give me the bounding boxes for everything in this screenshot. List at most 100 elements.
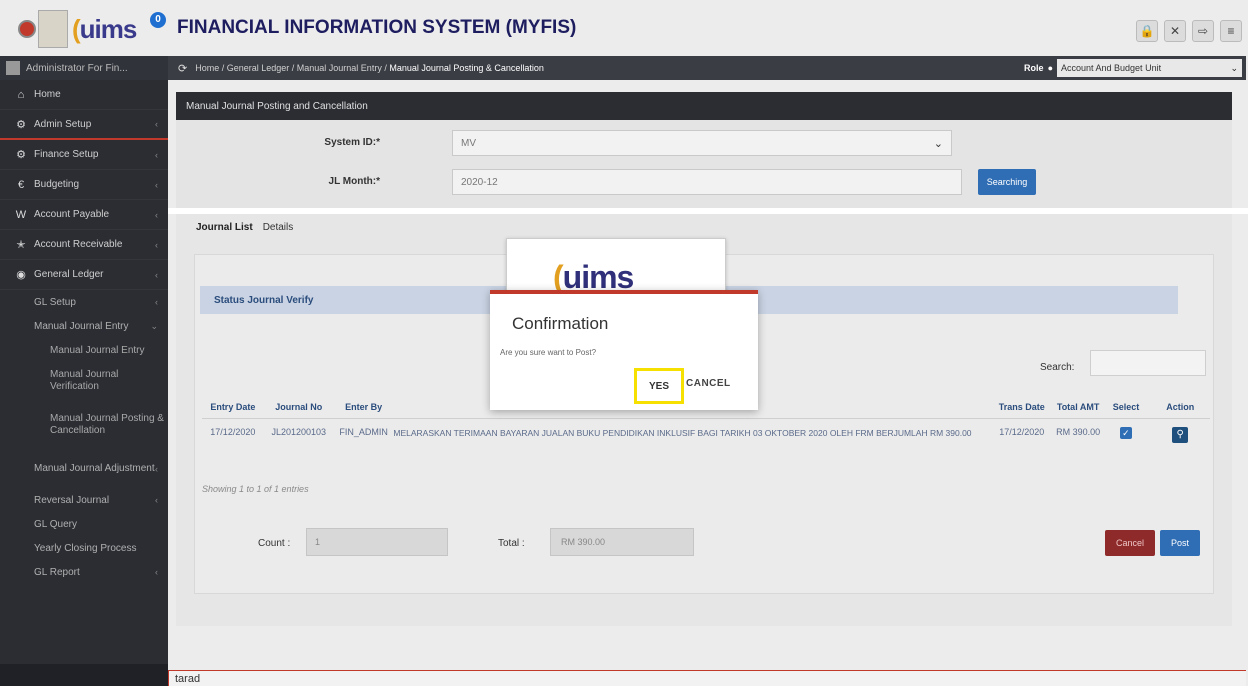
- sidebar-item-account-receivable[interactable]: ✭ Account Receivable ‹: [0, 230, 168, 260]
- count-value: 1: [315, 537, 321, 547]
- chevron-icon: ‹: [155, 209, 158, 220]
- euro-icon: €: [17, 178, 25, 191]
- menu-toggle-icon[interactable]: [18, 20, 36, 38]
- uims-logo: (uims: [72, 14, 137, 44]
- chevron-icon: ‹: [155, 179, 158, 190]
- footer-strip: tarad: [168, 670, 1246, 686]
- role-select[interactable]: Account And Budget Unit ⌄: [1057, 59, 1242, 77]
- role-select-value: Account And Budget Unit: [1061, 63, 1162, 73]
- col-total-amt[interactable]: Total AMT: [1054, 384, 1102, 419]
- dialog-logo-card: (uims: [506, 238, 726, 298]
- sidebar-sub-gl-query[interactable]: GL Query: [0, 512, 168, 536]
- sidebar-sub-label: Manual Journal Verification: [50, 369, 119, 392]
- cell-enter-by: FIN_ADMIN: [339, 426, 388, 437]
- gear-icon: ⚙: [16, 149, 26, 161]
- top-header: (uims 0 FINANCIAL INFORMATION SYSTEM (MY…: [0, 0, 1248, 56]
- col-journal-no[interactable]: Journal No: [263, 384, 334, 419]
- sidebar-sub-label: GL Setup: [34, 296, 76, 308]
- chevron-icon: ‹: [155, 567, 158, 577]
- chevron-icon: ‹: [155, 495, 158, 505]
- total-label: Total :: [498, 538, 525, 549]
- jl-month-input[interactable]: 2020-12: [452, 169, 962, 195]
- total-field: RM 390.00: [550, 528, 694, 556]
- notification-badge[interactable]: 0: [150, 12, 166, 28]
- count-label: Count :: [258, 538, 291, 549]
- system-id-label: System ID:*: [324, 137, 380, 148]
- cell-total-amt: RM 390.00: [1056, 426, 1101, 437]
- refresh-icon[interactable]: ⟳: [178, 62, 187, 75]
- sidebar-user[interactable]: Administrator For Fin...: [0, 56, 168, 80]
- sidebar-item-budgeting[interactable]: € Budgeting ‹: [0, 170, 168, 200]
- sidebar-sub-gl-setup[interactable]: GL Setup ‹: [0, 290, 168, 314]
- cell-trans-date: 17/12/2020: [999, 426, 1045, 437]
- home-icon: ⌂: [17, 88, 25, 101]
- table-search-label: Search:: [1040, 362, 1075, 373]
- university-crest-logo: [38, 10, 68, 48]
- cell-action: ⚲: [1150, 418, 1210, 458]
- cancel-button[interactable]: Cancel: [1105, 530, 1155, 556]
- info-icon: ●: [1047, 63, 1053, 73]
- breadcrumb-path[interactable]: Home / General Ledger / Manual Journal E…: [195, 63, 387, 73]
- table-search-input[interactable]: [1090, 350, 1206, 376]
- col-entry-date[interactable]: Entry Date: [202, 384, 264, 419]
- sidebar-sub-reversal-journal[interactable]: Reversal Journal ‹: [0, 488, 168, 512]
- sidebar-sub-label: Yearly Closing Process: [34, 542, 137, 554]
- col-enter-by[interactable]: Enter By: [333, 384, 394, 419]
- cell-journal-desc: MELARASKAN TERIMAAN BAYARAN JUALAN BUKU …: [393, 427, 972, 438]
- lock-icon[interactable]: 🔒: [1136, 20, 1158, 42]
- menu-icon[interactable]: ≡: [1220, 20, 1242, 42]
- sidebar-item-label: Finance Setup: [34, 149, 99, 160]
- sidebar-item-label: Account Receivable: [34, 239, 123, 250]
- cell-journal-no: JL201200103: [271, 426, 327, 437]
- sidebar-sub-label: Manual Journal Posting & Cancellation: [50, 413, 164, 436]
- role-selector-group: Role ● Account And Budget Unit ⌄: [1024, 59, 1242, 77]
- role-label: Role: [1024, 63, 1044, 73]
- yes-button[interactable]: YES: [634, 368, 684, 404]
- sidebar-item-label: Admin Setup: [34, 118, 92, 130]
- col-trans-date[interactable]: Trans Date: [988, 384, 1055, 419]
- sidebar-item-account-payable[interactable]: W Account Payable ‹: [0, 200, 168, 230]
- top-icon-group: 🔒 ✕ ⇨ ≡: [1136, 20, 1242, 42]
- sidebar-sub-mje-verification[interactable]: Manual Journal Verification: [0, 362, 168, 400]
- sidebar-item-label: Home: [34, 89, 61, 100]
- chevron-icon: ‹: [155, 464, 158, 474]
- dialog-cancel-button[interactable]: CANCEL: [686, 378, 731, 389]
- system-id-select[interactable]: MV ⌄: [452, 130, 952, 156]
- col-action[interactable]: Action: [1150, 384, 1210, 419]
- total-value: RM 390.00: [561, 537, 606, 547]
- search-button[interactable]: Searching: [978, 169, 1036, 195]
- cell-select: ✓: [1102, 418, 1151, 458]
- person-icon: ✭: [16, 239, 26, 251]
- sidebar-item-admin-setup[interactable]: ⚙ Admin Setup ‹: [0, 110, 168, 140]
- jl-month-value: 2020-12: [461, 176, 498, 188]
- tab-details[interactable]: Details: [263, 222, 294, 233]
- sidebar-item-general-ledger[interactable]: ◉ General Ledger ‹: [0, 260, 168, 290]
- select-checkbox[interactable]: ✓: [1119, 426, 1132, 439]
- sidebar-item-finance-setup[interactable]: ⚙ Finance Setup ‹: [0, 140, 168, 170]
- tab-journal-list[interactable]: Journal List: [196, 222, 253, 233]
- sidebar-sub-mje-posting[interactable]: Manual Journal Posting & Cancellation: [0, 400, 168, 450]
- logout-icon[interactable]: ⇨: [1192, 20, 1214, 42]
- sidebar-item-label: Budgeting: [34, 179, 80, 190]
- sidebar-sub-mje-adjustment[interactable]: Manual Journal Adjustment ‹: [0, 450, 168, 488]
- close-icon[interactable]: ✕: [1164, 20, 1186, 42]
- sidebar-sub-gl-report[interactable]: GL Report ‹: [0, 560, 168, 584]
- sidebar-item-label: Account Payable: [34, 209, 110, 220]
- sidebar-sub-mje-entry[interactable]: Manual Journal Entry: [0, 338, 168, 362]
- globe-icon: ◉: [16, 269, 26, 281]
- sidebar-user-name: Administrator For Fin...: [26, 62, 128, 74]
- sidebar-item-home[interactable]: ⌂ Home: [0, 80, 168, 110]
- sidebar-sub-label: Manual Journal Entry: [34, 320, 129, 332]
- chevron-icon: ‹: [155, 297, 158, 307]
- cell-entry-date: 17/12/2020: [210, 426, 256, 437]
- search-form: System ID:* MV ⌄ JL Month:* 2020-12 Sear…: [176, 120, 1232, 208]
- sidebar: Administrator For Fin... ⌂ Home ⚙ Admin …: [0, 56, 168, 686]
- post-button[interactable]: Post: [1160, 530, 1200, 556]
- col-select[interactable]: Select: [1101, 384, 1151, 419]
- sidebar-sub-manual-journal-entry[interactable]: Manual Journal Entry ⌄: [0, 314, 168, 338]
- w-icon: W: [15, 208, 27, 221]
- sidebar-sub-yearly-closing[interactable]: Yearly Closing Process: [0, 536, 168, 560]
- dialog-message: Are you sure want to Post?: [500, 348, 597, 357]
- count-field: 1: [306, 528, 448, 556]
- view-button[interactable]: ⚲: [1172, 426, 1189, 443]
